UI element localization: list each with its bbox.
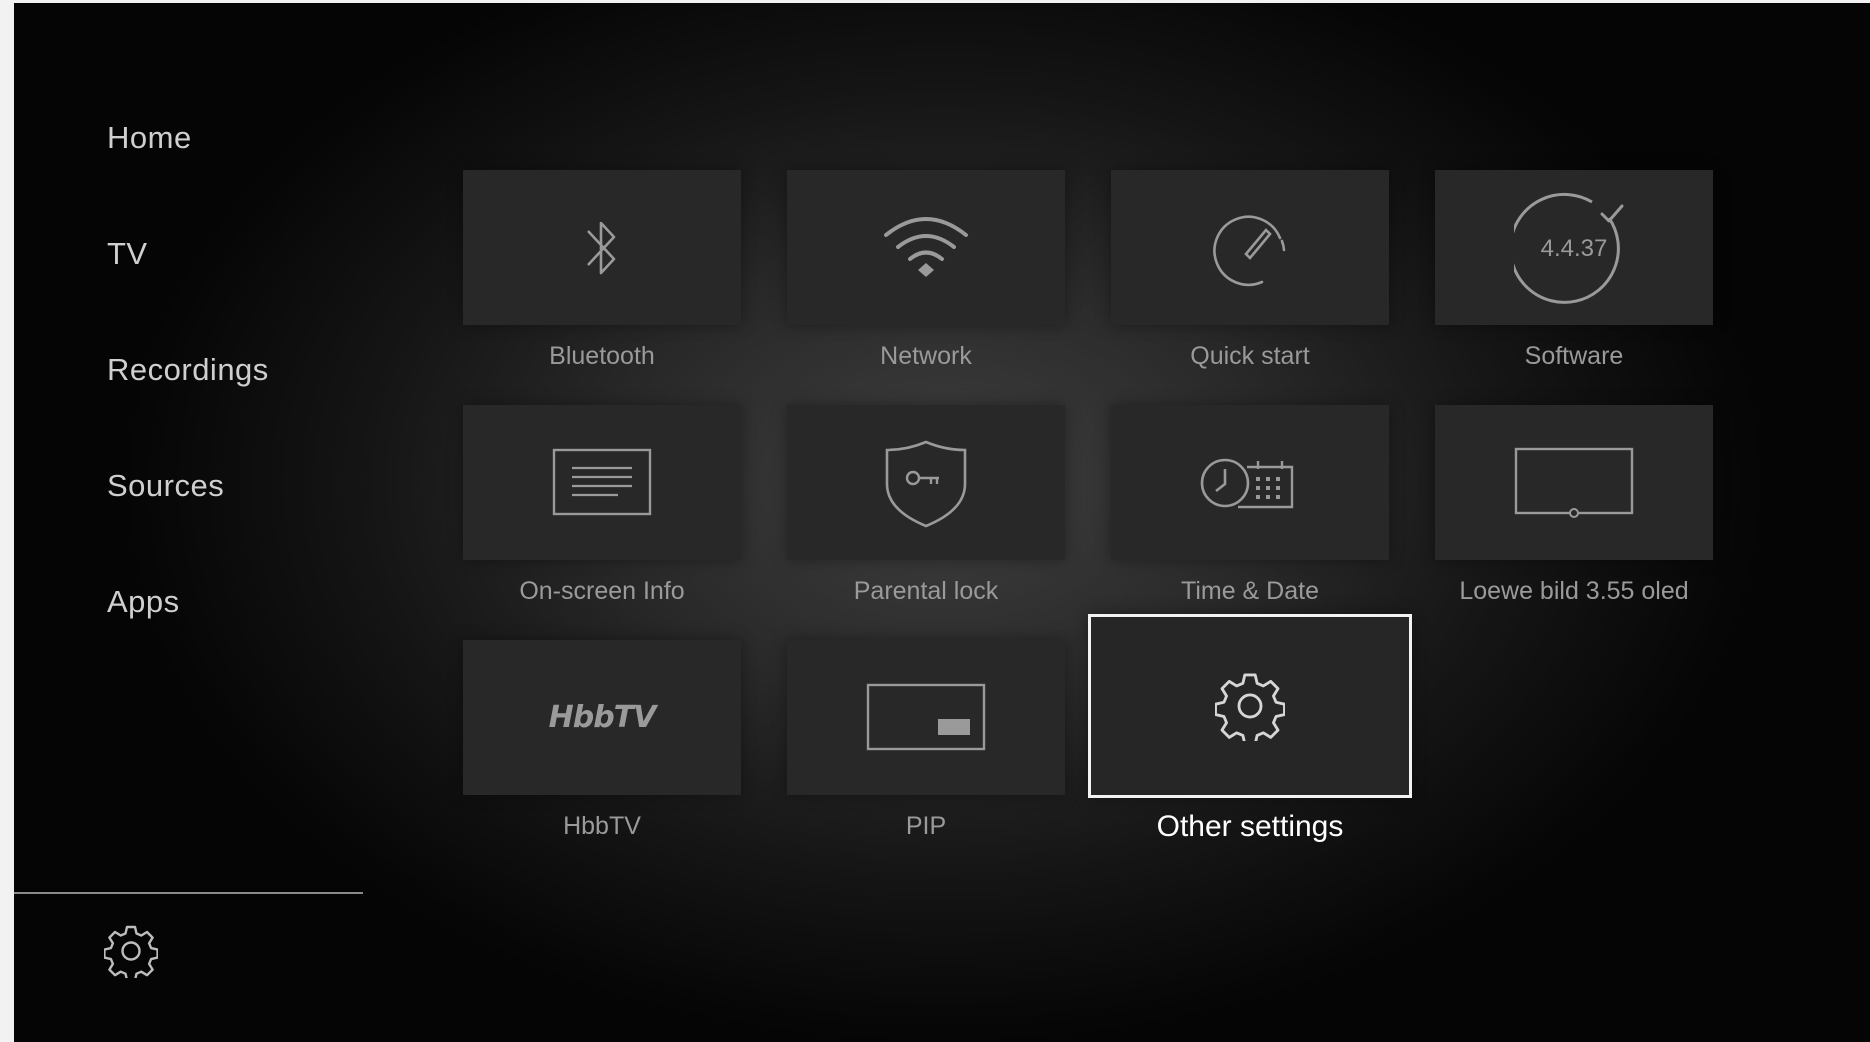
tile-label: Loewe bild 3.55 oled <box>1459 577 1689 605</box>
tile-parental-lock[interactable] <box>787 405 1065 560</box>
hbbtv-logo: HbbTV <box>548 700 657 735</box>
wifi-icon <box>884 216 968 277</box>
tile-label: Network <box>880 342 972 370</box>
software-version-icon: 4.4.37 <box>1514 192 1624 304</box>
tile-time-date[interactable] <box>1111 405 1389 560</box>
tile-label: Software <box>1524 342 1624 370</box>
clock-calendar-icon <box>1200 458 1294 508</box>
sidebar-divider <box>14 892 363 894</box>
nav-item-sources[interactable]: Sources <box>107 468 224 504</box>
sidebar-settings-button[interactable] <box>104 924 158 978</box>
tv-screen-icon <box>1514 447 1634 518</box>
tile-other-settings[interactable] <box>1088 614 1412 798</box>
nav-item-recordings[interactable]: Recordings <box>107 352 269 388</box>
tile-label: HbbTV <box>563 812 641 840</box>
tile-pip[interactable] <box>787 640 1065 795</box>
tile-hbbtv[interactable]: HbbTV <box>463 640 741 795</box>
tile-label: Quick start <box>1190 342 1310 370</box>
nav-item-apps[interactable]: Apps <box>107 584 180 620</box>
tile-tv-device[interactable] <box>1435 405 1713 560</box>
tile-quick-start[interactable] <box>1111 170 1389 325</box>
speedometer-icon <box>1213 215 1286 286</box>
tile-label: PIP <box>905 812 947 840</box>
bluetooth-icon <box>587 221 616 274</box>
nav-item-home[interactable]: Home <box>107 120 192 156</box>
gear-icon <box>1215 673 1285 741</box>
tv-settings-screen: Home TV Recordings Sources Apps Bluetoot… <box>14 3 1870 1042</box>
tile-bluetooth[interactable] <box>463 170 741 325</box>
tile-label: On-screen Info <box>519 577 685 605</box>
tile-label: Time & Date <box>1180 577 1319 605</box>
tile-label-focused: Other settings <box>1156 810 1344 843</box>
shield-key-icon <box>885 440 967 527</box>
tile-software[interactable]: 4.4.37 <box>1435 170 1713 325</box>
gear-icon <box>104 925 158 978</box>
picture-in-picture-icon <box>866 683 986 750</box>
text-panel-icon <box>552 448 652 515</box>
nav-item-tv[interactable]: TV <box>107 236 148 272</box>
tile-network[interactable] <box>787 170 1065 325</box>
software-version-text: 4.4.37 <box>1541 235 1608 262</box>
tile-on-screen-info[interactable] <box>463 405 741 560</box>
tile-label: Parental lock <box>853 577 999 605</box>
tile-label: Bluetooth <box>549 342 655 370</box>
